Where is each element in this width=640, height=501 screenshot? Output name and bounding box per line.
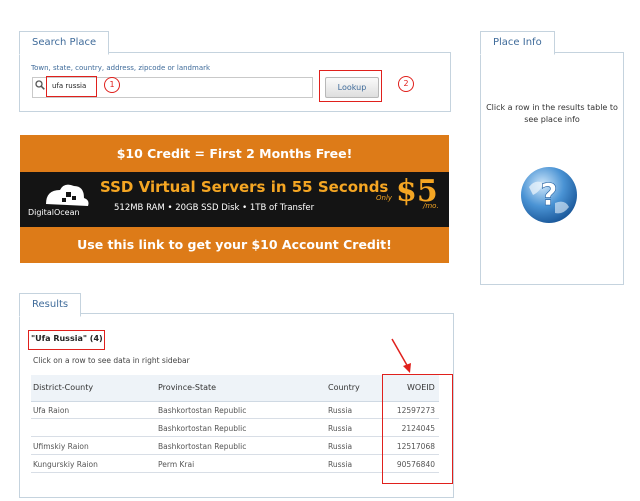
place-info-tab[interactable]: Place Info bbox=[480, 31, 555, 55]
annotation-box-query bbox=[28, 330, 105, 350]
table-row[interactable]: Kungurskiy Raion Perm Krai Russia 905768… bbox=[31, 455, 439, 473]
place-info-message: Click a row in the results table to see … bbox=[486, 103, 618, 124]
annotation-number-1: 1 bbox=[104, 77, 120, 93]
cell-country: Russia bbox=[328, 442, 353, 451]
digitalocean-banner[interactable]: $10 Credit = First 2 Months Free! Digita… bbox=[20, 135, 449, 263]
results-tab[interactable]: Results bbox=[19, 293, 82, 317]
svg-text:?: ? bbox=[540, 178, 557, 213]
banner-bottom-text: Use this link to get your $10 Account Cr… bbox=[20, 227, 449, 263]
cell-province: Perm Krai bbox=[158, 460, 195, 469]
banner-specs: 512MB RAM • 20GB SSD Disk • 1TB of Trans… bbox=[114, 203, 315, 213]
cell-province: Bashkortostan Republic bbox=[158, 406, 247, 415]
search-hint: Town, state, country, address, zipcode o… bbox=[31, 64, 211, 72]
annotation-arrow-icon bbox=[391, 338, 411, 373]
cell-country: Russia bbox=[328, 460, 353, 469]
banner-per-month: /mo. bbox=[423, 202, 439, 210]
cell-province: Bashkortostan Republic bbox=[158, 442, 247, 451]
annotation-box-woeid bbox=[382, 374, 453, 484]
banner-top-text: $10 Credit = First 2 Months Free! bbox=[20, 135, 449, 172]
search-icon bbox=[35, 80, 45, 90]
table-row[interactable]: Ufimskiy Raion Bashkortostan Republic Ru… bbox=[31, 437, 439, 455]
banner-only-label: Only bbox=[376, 194, 393, 202]
column-header-province: Province-State bbox=[158, 383, 217, 392]
banner-middle: DigitalOcean SSD Virtual Servers in 55 S… bbox=[20, 172, 449, 227]
cell-province: Bashkortostan Republic bbox=[158, 424, 247, 433]
annotation-box-lookup bbox=[319, 70, 382, 102]
cell-district: Ufa Raion bbox=[33, 406, 70, 415]
cell-district: Ufimskiy Raion bbox=[33, 442, 89, 451]
banner-headline: SSD Virtual Servers in 55 Seconds bbox=[100, 178, 389, 196]
digitalocean-wordmark: DigitalOcean bbox=[28, 208, 80, 217]
cell-district: Kungurskiy Raion bbox=[33, 460, 98, 469]
column-header-country: Country bbox=[328, 383, 360, 392]
table-row[interactable]: Ufa Raion Bashkortostan Republic Russia … bbox=[31, 401, 439, 419]
annotation-number-2: 2 bbox=[398, 76, 414, 92]
search-place-tab[interactable]: Search Place bbox=[19, 31, 110, 55]
column-header-district: District-County bbox=[33, 383, 94, 392]
cell-country: Russia bbox=[328, 406, 353, 415]
globe-question-icon: ? bbox=[521, 167, 577, 223]
results-hint: Click on a row to see data in right side… bbox=[33, 356, 190, 365]
annotation-box-search bbox=[46, 76, 97, 97]
cell-country: Russia bbox=[328, 424, 353, 433]
table-row[interactable]: Bashkortostan Republic Russia 2124045 bbox=[31, 419, 439, 437]
